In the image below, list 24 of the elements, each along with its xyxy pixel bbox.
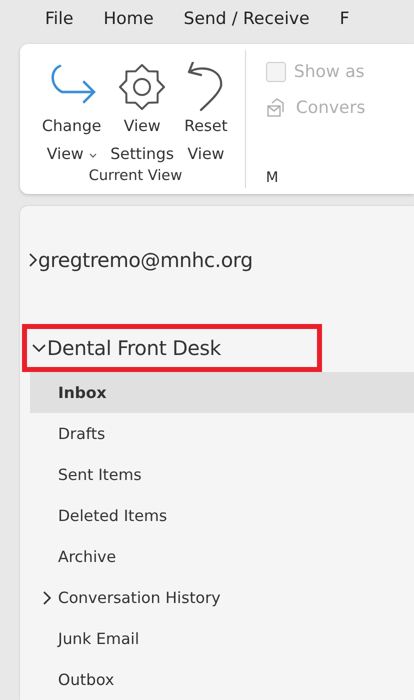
menu-tab[interactable]: Send / Receive [184,9,310,32]
folder-item[interactable]: Drafts [30,413,414,454]
ribbon-button[interactable]: Reset View [182,62,229,168]
folder-item[interactable]: Sent Items [30,454,414,495]
ribbon-button[interactable]: View Settings [110,62,174,168]
folder-item[interactable]: Outbox [30,659,414,700]
chevron-down-icon[interactable] [31,343,47,353]
menu-tab[interactable]: F [340,9,350,32]
gear-icon [117,62,168,112]
menu-tab[interactable]: Home [103,9,154,32]
chevron-right-icon[interactable] [43,590,51,604]
folder-item[interactable]: Archive [30,536,414,577]
group-label: Current View [88,168,184,184]
menu-tab[interactable]: File [45,9,74,32]
account-name[interactable]: gregtremo@mnhc.org [38,248,253,272]
folder-item[interactable]: Deleted Items [30,495,414,536]
caret-icon [88,153,97,160]
ribbon-button[interactable]: Change View [42,62,102,168]
account-name[interactable]: Dental Front Desk [47,336,221,360]
folder-item[interactable]: Junk Email [30,618,414,659]
folder-item[interactable]: Conversation History [30,577,414,618]
chevron-right-icon[interactable] [28,252,38,268]
group-label: M [266,170,280,186]
folder-item[interactable]: Inbox [30,372,414,413]
